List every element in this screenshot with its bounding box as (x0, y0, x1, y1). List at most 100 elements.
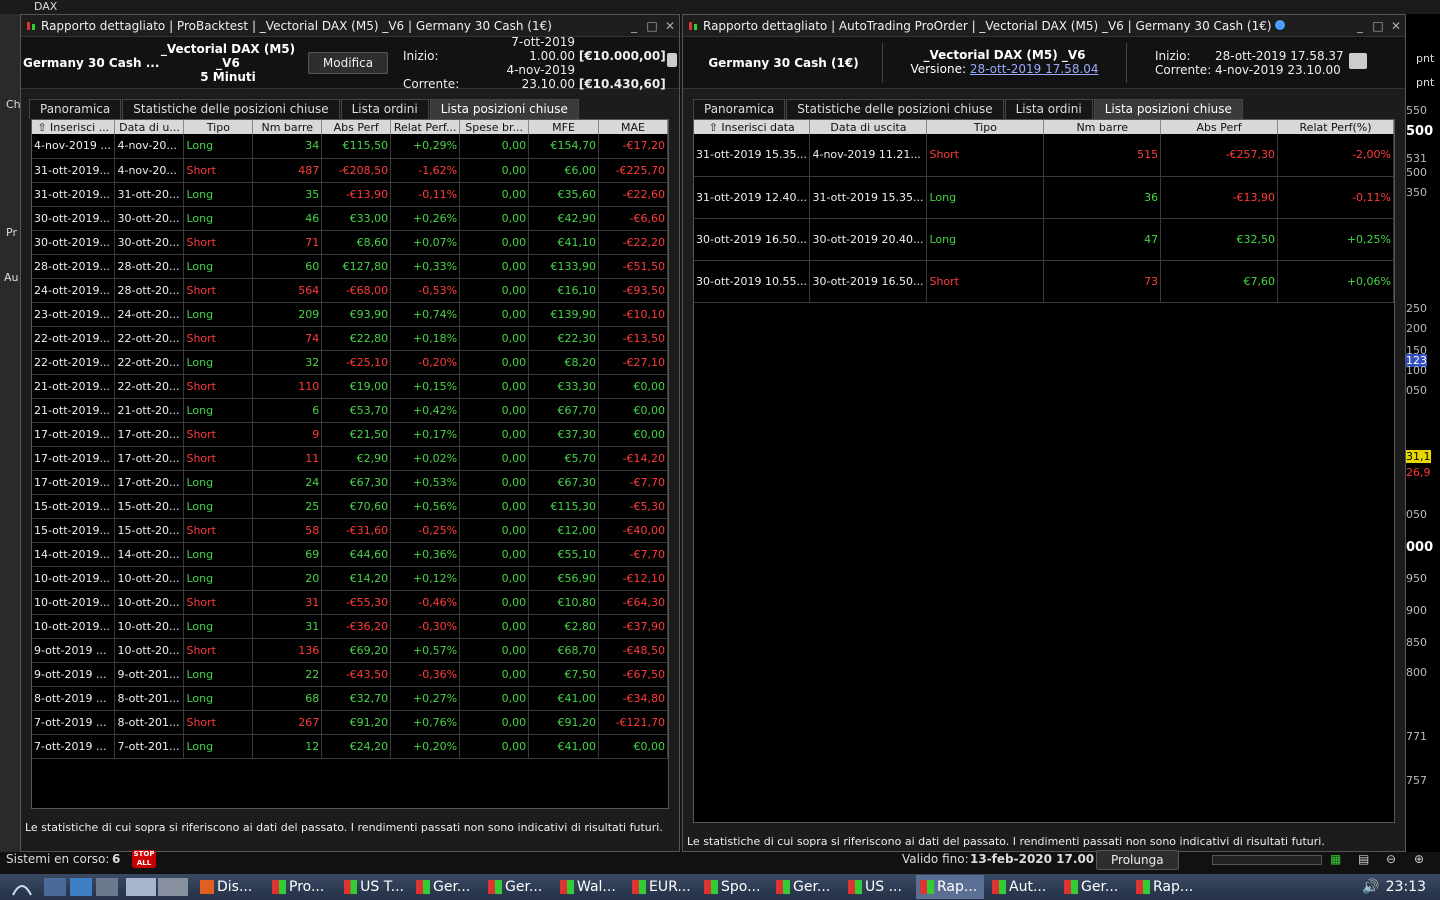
taskbar-item[interactable]: Ger... (412, 875, 480, 899)
table-row[interactable]: 17-ott-2019... 17-ott-20... Short 11 €2,90 +0… (32, 446, 668, 471)
table-row[interactable]: 17-ott-2019... 17-ott-20... Short 9 €21,50 +0… (32, 422, 668, 447)
workspace-2-icon[interactable] (158, 878, 188, 896)
table-row[interactable]: 31-ott-2019... 31-ott-20... Long 35 -€13,90-… (32, 182, 668, 207)
taskbar-item[interactable]: Ger... (1060, 875, 1128, 899)
version-link[interactable]: 28-ott-2019 17.58.04 (970, 62, 1099, 76)
column-header[interactable]: Tipo (183, 120, 254, 134)
modify-button[interactable]: Modifica (307, 51, 389, 74)
table-row[interactable]: 10-ott-2019... 10-ott-20... Long 31 -€36,20-… (32, 614, 668, 639)
column-header[interactable]: Relat Perf(%) (1277, 120, 1394, 134)
table-row[interactable]: 15-ott-2019... 15-ott-20... Long 25 €70,60 +0… (32, 494, 668, 519)
column-header[interactable]: MFE (528, 120, 600, 134)
zoom-in-icon[interactable]: ⊕ (1414, 852, 1424, 866)
table-row[interactable]: 22-ott-2019... 22-ott-20... Long 32 -€25,10-… (32, 350, 668, 375)
tab-lista-ordini[interactable]: Lista ordini (340, 99, 429, 119)
network-icon[interactable] (70, 878, 92, 896)
start-menu-icon[interactable] (0, 874, 44, 900)
column-header[interactable]: Spese br... (459, 120, 530, 134)
table-row[interactable]: 10-ott-2019... 10-ott-20... Short 31 -€55,30… (32, 590, 668, 615)
tab-lista-ordini[interactable]: Lista ordini (1004, 99, 1093, 119)
stop-all-button[interactable]: STOP ALL (132, 850, 156, 868)
table-row[interactable]: 30-ott-2019... 30-ott-20... Long 46 €33,00 +0… (32, 206, 668, 231)
backtest-report-window[interactable]: Rapporto dettagliato | ProBacktest | _Ve… (20, 14, 680, 852)
column-header[interactable]: Abs Perf (1160, 120, 1279, 134)
taskbar-item[interactable]: Ger... (772, 875, 840, 899)
column-header[interactable]: Tipo (926, 120, 1045, 134)
table-row[interactable]: 30-ott-2019 10.55... 30-ott-2019 16.50...… (694, 260, 1394, 303)
close-icon[interactable]: ✕ (1387, 19, 1405, 33)
table-row[interactable]: 4-nov-2019 ... 4-nov-20... Long 34 €115,50 +0… (32, 134, 668, 159)
minimize-icon[interactable]: _ (1351, 19, 1369, 33)
table-row[interactable]: 7-ott-2019 ... 7-ott-201... Long 12 €24,20 +0… (32, 734, 668, 759)
file-manager-icon[interactable] (44, 878, 66, 896)
table-row[interactable]: 30-ott-2019... 30-ott-20... Short 71 €8,60 +0… (32, 230, 668, 255)
table-row[interactable]: 24-ott-2019... 28-ott-20... Short 564 -€68,0… (32, 278, 668, 303)
taskbar-item[interactable]: Ger... (484, 875, 552, 899)
table-row[interactable]: 28-ott-2019... 28-ott-20... Long 60 €127,80 +… (32, 254, 668, 279)
maximize-icon[interactable]: □ (1369, 19, 1387, 33)
tab-panoramica[interactable]: Panoramica (29, 99, 122, 119)
table-row[interactable]: 21-ott-2019... 21-ott-20... Long 6 €53,70 +0,… (32, 398, 668, 423)
taskbar-item[interactable]: US T... (340, 875, 408, 899)
zoom-out-icon[interactable]: ⊖ (1386, 852, 1396, 866)
taskbar-item[interactable]: Rap... (916, 875, 984, 899)
horizontal-scrollbar[interactable] (1212, 855, 1322, 865)
taskbar-item[interactable]: EUR... (628, 875, 696, 899)
minimize-icon[interactable]: _ (625, 19, 643, 33)
close-icon[interactable]: ✕ (661, 19, 679, 33)
table-row[interactable]: 7-ott-2019 ... 8-ott-201... Short 267 €91,20… (32, 710, 668, 735)
window-titlebar[interactable]: Rapporto dettagliato | AutoTrading ProOr… (683, 15, 1405, 37)
closed-positions-table: ⇧ Inserisci ... Data di u... Tipo Nm barre A… (32, 120, 668, 759)
tab-lista-posizioni-chiuse[interactable]: Lista posizioni chiuse (1093, 99, 1243, 119)
table-row[interactable]: 31-ott-2019 15.35... 4-nov-2019 11.21... S… (694, 134, 1394, 177)
tab-statistiche-delle-posizioni-chiuse[interactable]: Statistiche delle posizioni chiuse (122, 99, 340, 119)
table-row[interactable]: 9-ott-2019 ... 9-ott-201... Long 22 -€43,50-… (32, 662, 668, 687)
column-header[interactable]: Nm barre (1043, 120, 1162, 134)
taskbar-item[interactable]: Pro... (268, 875, 336, 899)
table-row[interactable]: 31-ott-2019... 4-nov-20... Short 487 -€208,5… (32, 158, 668, 183)
taskbar-item-label: Wal... (577, 879, 616, 895)
tab-lista-posizioni-chiuse[interactable]: Lista posizioni chiuse (429, 99, 579, 119)
taskbar-item[interactable]: Dis... (196, 875, 264, 899)
closed-positions-grid[interactable]: ⇧ Inserisci ... Data di u... Tipo Nm barre A… (31, 119, 669, 809)
taskbar-item[interactable]: Spo... (700, 875, 768, 899)
chart-add-icon[interactable]: ▦ (1330, 852, 1341, 866)
column-header[interactable]: Nm barre (252, 120, 323, 134)
tab-statistiche-delle-posizioni-chiuse[interactable]: Statistiche delle posizioni chiuse (786, 99, 1004, 119)
table-row[interactable]: 30-ott-2019 16.50... 30-ott-2019 20.40...… (694, 218, 1394, 261)
column-header[interactable]: Abs Perf (321, 120, 392, 134)
table-row[interactable]: 15-ott-2019... 15-ott-20... Short 58 -€31,60… (32, 518, 668, 543)
taskbar-item[interactable]: Wal... (556, 875, 624, 899)
table-row[interactable]: 10-ott-2019... 10-ott-20... Long 20 €14,20 +0… (32, 566, 668, 591)
workspace-1-icon[interactable] (126, 878, 156, 896)
print-icon[interactable] (667, 53, 677, 67)
table-row[interactable]: 9-ott-2019 ... 10-ott-20... Short 136 €69,20… (32, 638, 668, 663)
chart-layout-icon[interactable]: ▤ (1358, 852, 1369, 866)
extend-button[interactable]: Prolunga (1096, 850, 1179, 870)
column-header[interactable]: Relat Perf... (390, 120, 461, 134)
table-row[interactable]: 8-ott-2019 ... 8-ott-201... Long 68 €32,70 +0… (32, 686, 668, 711)
table-row[interactable]: 17-ott-2019... 17-ott-20... Long 24 €67,30 +0… (32, 470, 668, 495)
column-header[interactable]: Data di uscita (809, 120, 928, 134)
column-header[interactable]: ⇧ Inserisci data (694, 120, 811, 134)
print-icon[interactable] (1349, 53, 1367, 69)
volume-icon[interactable]: 🔊 (1362, 879, 1379, 895)
table-cell: 22-ott-20... (114, 374, 185, 399)
table-row[interactable]: 14-ott-2019... 14-ott-20... Long 69 €44,60 +0… (32, 542, 668, 567)
table-row[interactable]: 22-ott-2019... 22-ott-20... Short 74 €22,80 +… (32, 326, 668, 351)
column-header[interactable]: ⇧ Inserisci ... (32, 120, 116, 134)
closed-positions-grid[interactable]: ⇧ Inserisci data Data di uscita Tipo Nm bar… (693, 119, 1395, 823)
taskbar-item[interactable]: US ... (844, 875, 912, 899)
taskbar-item-label: Rap... (937, 879, 978, 895)
window-icon[interactable] (96, 878, 118, 896)
tab-panoramica[interactable]: Panoramica (693, 99, 786, 119)
table-row[interactable]: 31-ott-2019 12.40... 31-ott-2019 15.35...… (694, 176, 1394, 219)
taskbar-item[interactable]: Aut... (988, 875, 1056, 899)
table-row[interactable]: 21-ott-2019... 22-ott-20... Short 110 €19,00… (32, 374, 668, 399)
column-header[interactable]: Data di u... (114, 120, 185, 134)
autotrading-report-window[interactable]: Rapporto dettagliato | AutoTrading ProOr… (682, 14, 1406, 852)
taskbar-item[interactable]: Rap... (1132, 875, 1200, 899)
maximize-icon[interactable]: □ (643, 19, 661, 33)
column-header[interactable]: MAE (598, 120, 668, 134)
table-row[interactable]: 23-ott-2019... 24-ott-20... Long 209 €93,90 +… (32, 302, 668, 327)
